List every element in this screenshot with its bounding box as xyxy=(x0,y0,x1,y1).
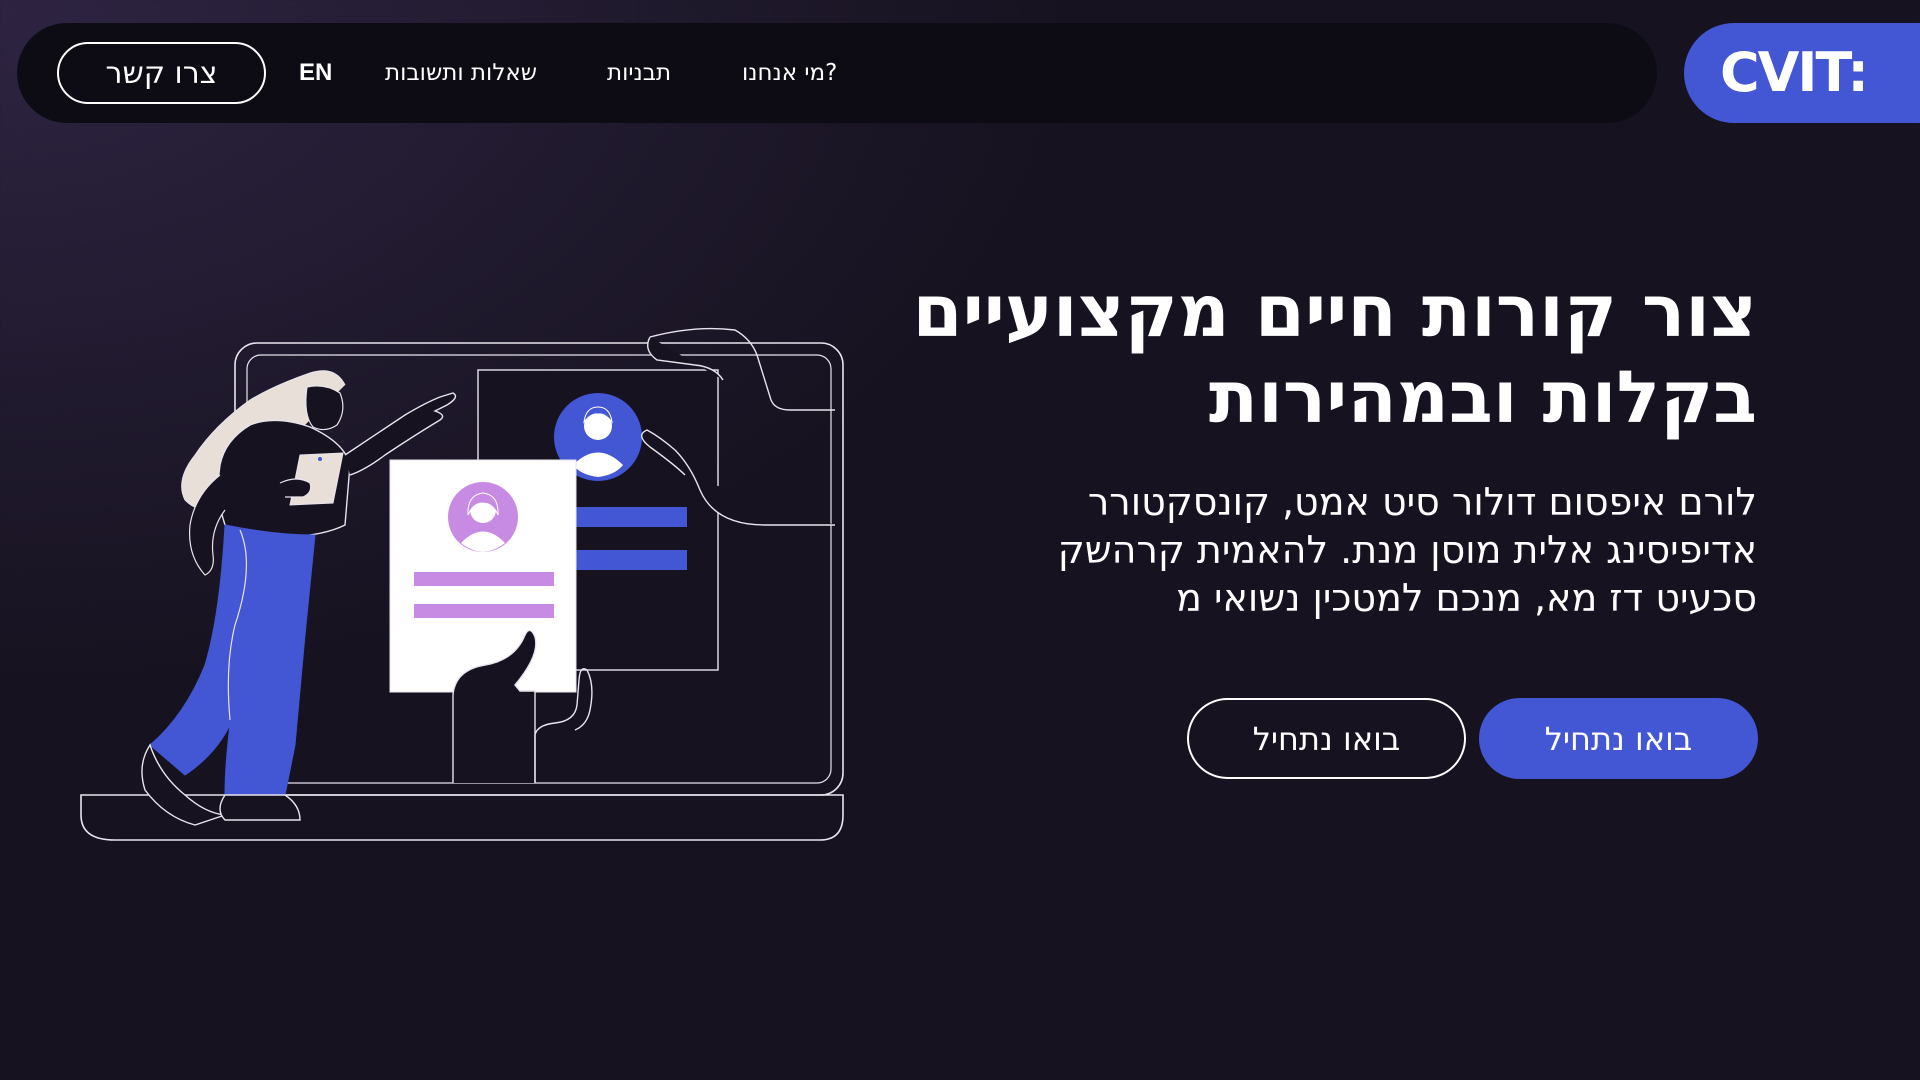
person-building-resume-illustration xyxy=(80,327,844,841)
brand-logo[interactable]: CVIT: xyxy=(1684,23,1920,123)
logo-text: CVIT: xyxy=(1720,41,1869,104)
get-started-secondary-button[interactable]: בואו נתחיל xyxy=(1187,698,1466,779)
nav-link-about[interactable]: מי אנחנו? xyxy=(742,23,837,123)
top-navbar: צרו קשר EN שאלות ותשובות תבניות מי אנחנו… xyxy=(17,23,1657,123)
nav-link-templates[interactable]: תבניות xyxy=(607,23,671,123)
hero-title: צור קורות חיים מקצועיים בקלות ובמהירות xyxy=(912,269,1757,439)
nav-link-faq[interactable]: שאלות ותשובות xyxy=(385,23,537,123)
language-switch-link[interactable]: EN xyxy=(299,23,332,123)
contact-us-button[interactable]: צרו קשר xyxy=(57,42,266,104)
hero-description: לורם איפסום דולור סיט אמט, קונסקטורר אדי… xyxy=(1057,480,1757,620)
get-started-primary-button[interactable]: בואו נתחיל xyxy=(1479,698,1758,779)
